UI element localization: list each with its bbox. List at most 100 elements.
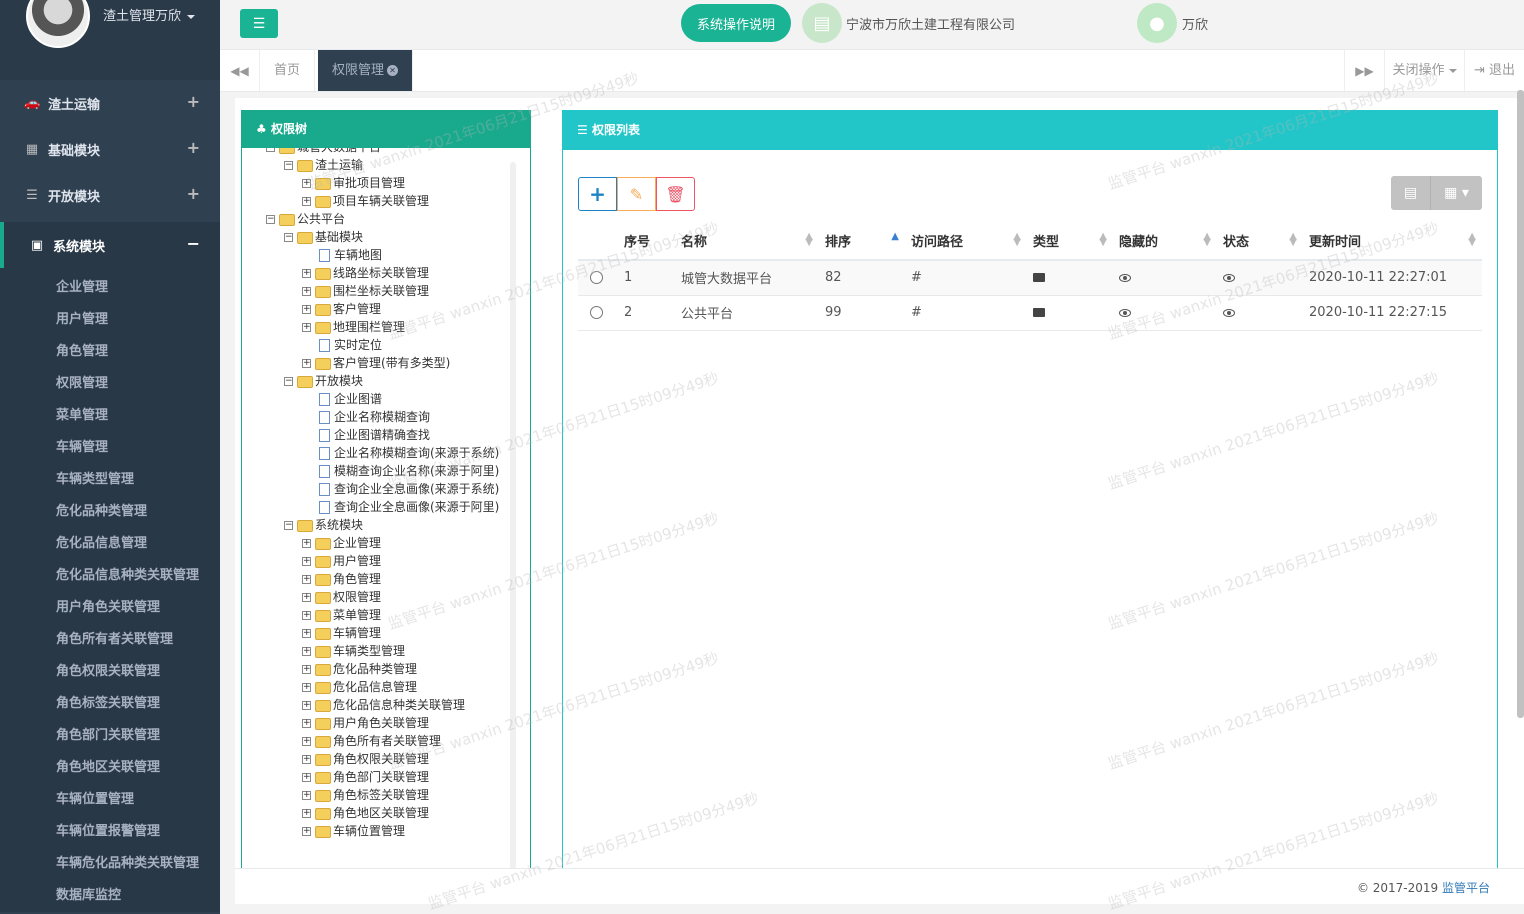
tree-node[interactable]: + 车辆管理 <box>302 624 381 642</box>
sidebar-item[interactable]: 角色标签关联管理 <box>0 688 220 720</box>
close-operations-dropdown[interactable]: 关闭操作 <box>1384 50 1464 91</box>
expand-icon[interactable]: + <box>302 791 311 800</box>
expand-icon[interactable]: + <box>302 827 311 836</box>
tree-node[interactable]: − 开放模块 <box>284 372 363 390</box>
nav-group-basic-module[interactable]: ▦ 基础模块 + <box>0 126 220 172</box>
tree-node[interactable]: + 用户角色关联管理 <box>302 714 429 732</box>
page-scrollbar[interactable] <box>1517 90 1524 718</box>
expand-icon[interactable]: + <box>302 665 311 674</box>
tree-node[interactable]: + 角色标签关联管理 <box>302 786 429 804</box>
expand-icon[interactable]: + <box>302 575 311 584</box>
nav-group-open-module[interactable]: ☰ 开放模块 + <box>0 172 220 218</box>
sidebar-item[interactable]: 角色所有者关联管理 <box>0 624 220 656</box>
edit-button[interactable]: ✎ <box>617 177 656 211</box>
tree-node[interactable]: + 客户管理 <box>302 300 381 318</box>
tree-node[interactable]: − 公共平台 <box>266 210 345 228</box>
expand-icon[interactable]: + <box>302 773 311 782</box>
col-header-no[interactable]: 序号 <box>618 222 675 261</box>
expand-icon[interactable]: + <box>302 287 311 296</box>
expand-icon[interactable]: + <box>302 323 311 332</box>
sidebar-item[interactable]: 角色部门关联管理 <box>0 720 220 752</box>
expand-icon[interactable]: + <box>302 719 311 728</box>
tree-node[interactable]: + 危化品信息管理 <box>302 678 417 696</box>
tree-node[interactable]: + 企业管理 <box>302 534 381 552</box>
help-button[interactable]: 系统操作说明 <box>681 4 791 42</box>
tree-node[interactable]: − 城管大数据平台 <box>266 148 381 156</box>
sidebar-item[interactable]: 数据库监控 <box>0 880 220 912</box>
logout-button[interactable]: ⇥ 退出 <box>1464 50 1524 91</box>
expand-icon[interactable]: + <box>302 539 311 548</box>
tree-node[interactable]: + 角色权限关联管理 <box>302 750 429 768</box>
tab-scroll-right-button[interactable]: ▶▶ <box>1344 50 1384 91</box>
expand-icon[interactable]: + <box>302 701 311 710</box>
profile-menu[interactable]: 渣土管理万欣 <box>103 5 196 24</box>
tree-node[interactable]: + 权限管理 <box>302 588 381 606</box>
sidebar-item[interactable]: 用户管理 <box>0 304 220 336</box>
tree-node[interactable]: + 危化品信息种类关联管理 <box>302 696 465 714</box>
col-header-type[interactable]: 类型 ▲ ▼ <box>1027 222 1113 261</box>
collapse-icon[interactable]: − <box>284 377 293 386</box>
sidebar-item[interactable]: 角色地区关联管理 <box>0 752 220 784</box>
tree-node[interactable]: + 线路坐标关联管理 <box>302 264 429 282</box>
delete-button[interactable]: 🗑 <box>656 177 695 211</box>
table-row[interactable]: 2 公共平台 99 # 2020-10-11 22:27:15 <box>578 295 1482 331</box>
sidebar-item[interactable]: 车辆管理 <box>0 432 220 464</box>
tree-node[interactable]: + 菜单管理 <box>302 606 381 624</box>
sidebar-item[interactable]: 企业管理 <box>0 272 220 304</box>
tree-node[interactable]: − 基础模块 <box>284 228 363 246</box>
tree-node[interactable]: + 客户管理(带有多类型) <box>302 354 450 372</box>
tree-node[interactable]: 企业名称模糊查询 <box>302 408 430 426</box>
row-select[interactable] <box>578 295 618 331</box>
sidebar-item[interactable]: 车辆位置管理 <box>0 784 220 816</box>
collapse-icon[interactable]: − <box>284 521 293 530</box>
tree-node[interactable]: 企业图谱精确查找 <box>302 426 430 444</box>
tab-scroll-left-button[interactable]: ◀◀ <box>220 50 260 91</box>
row-radio[interactable] <box>590 271 603 285</box>
tree-node[interactable]: + 车辆类型管理 <box>302 642 405 660</box>
collapse-icon[interactable]: − <box>284 233 293 242</box>
tree-node[interactable]: + 危化品种类管理 <box>302 660 417 678</box>
nav-group-muck-transport[interactable]: 🚗 渣土运输 + <box>0 80 220 126</box>
tree-node[interactable]: + 围栏坐标关联管理 <box>302 282 429 300</box>
close-icon[interactable]: ✕ <box>387 65 399 76</box>
tree-node[interactable]: + 车辆位置管理 <box>302 822 405 840</box>
sidebar-item[interactable]: 车辆危化品种类关联管理 <box>0 848 220 880</box>
tree-node[interactable]: + 角色地区关联管理 <box>302 804 429 822</box>
col-header-path[interactable]: 访问路径 ▲ ▼ <box>905 222 1027 261</box>
user-name[interactable]: 万欣 <box>1182 14 1208 33</box>
menu-toggle-button[interactable]: ☰ <box>240 9 278 38</box>
sidebar-item[interactable]: 危化品种类管理 <box>0 496 220 528</box>
expand-icon[interactable]: + <box>302 809 311 818</box>
tree-node[interactable]: − 系统模块 <box>284 516 363 534</box>
expand-icon[interactable]: + <box>302 179 311 188</box>
table-row[interactable]: 1 城管大数据平台 82 # 2020-10-11 22:27:01 <box>578 260 1482 296</box>
expand-icon[interactable]: + <box>302 197 311 206</box>
sidebar-item[interactable]: 车辆类型管理 <box>0 464 220 496</box>
sidebar-item[interactable]: 危化品信息管理 <box>0 528 220 560</box>
col-header-sort[interactable]: 排序 ▲ <box>819 222 905 261</box>
col-header-name[interactable]: 名称 ▲ ▼ <box>675 222 819 261</box>
avatar[interactable] <box>26 0 90 48</box>
tab-home[interactable]: 首页 <box>260 50 316 91</box>
row-radio[interactable] <box>590 306 603 319</box>
tree-node[interactable]: + 用户管理 <box>302 552 381 570</box>
tab-permission-management[interactable]: 权限管理 ✕ <box>318 50 414 91</box>
expand-icon[interactable]: + <box>302 755 311 764</box>
tree-node[interactable]: 企业名称模糊查询(来源于系统) <box>302 444 499 462</box>
sidebar-item[interactable]: 权限管理 <box>0 368 220 400</box>
tree-node[interactable]: 企业图谱 <box>302 390 382 408</box>
brand-link[interactable]: 监管平台 <box>1442 881 1490 895</box>
add-button[interactable]: + <box>578 177 617 211</box>
tree-node[interactable]: 实时定位 <box>302 336 382 354</box>
expand-icon[interactable]: + <box>302 359 311 368</box>
tree-scrollbar[interactable] <box>510 162 516 869</box>
tree-node[interactable]: 查询企业全息画像(来源于阿里) <box>302 498 499 516</box>
tree-node[interactable]: + 地理围栏管理 <box>302 318 405 336</box>
expand-icon[interactable]: + <box>302 305 311 314</box>
expand-icon[interactable]: + <box>302 647 311 656</box>
collapse-icon[interactable]: − <box>284 161 293 170</box>
tree-node[interactable]: 模糊查询企业名称(来源于阿里) <box>302 462 499 480</box>
sidebar-item[interactable]: 角色权限关联管理 <box>0 656 220 688</box>
expand-icon[interactable]: + <box>302 611 311 620</box>
sidebar-item[interactable]: 危化品信息种类关联管理 <box>0 560 220 592</box>
